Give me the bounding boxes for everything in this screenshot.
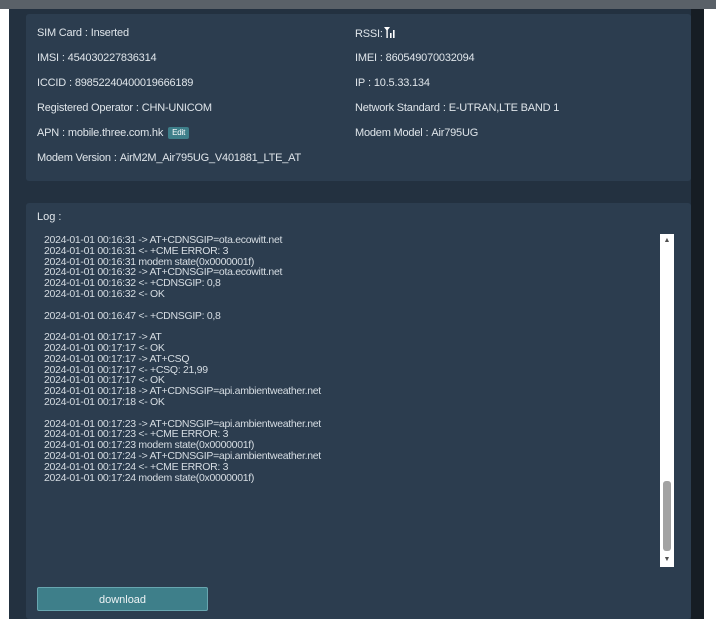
scrollbar-thumb[interactable] [663, 481, 671, 551]
scroll-down-arrow-icon[interactable]: ▼ [660, 553, 674, 567]
imsi-value: 454030227836314 [67, 52, 157, 64]
modem-version-value: AirM2M_Air795UG_V401881_LTE_AT [119, 152, 301, 164]
imei-value: 860549070032094 [385, 52, 475, 64]
iccid-row: ICCID:89852240400019666189 [37, 77, 194, 89]
imsi-row: IMSI:454030227836314 [37, 52, 157, 64]
sim-card-label: SIM Card [37, 27, 82, 39]
scroll-up-arrow-icon[interactable]: ▲ [660, 234, 674, 248]
rssi-row: RSSI: [355, 27, 396, 41]
download-button[interactable]: download [37, 587, 208, 611]
registered-operator-label: Registered Operator [37, 102, 133, 114]
iccid-value: 89852240400019666189 [74, 77, 194, 89]
log-text: 2024-01-01 00:16:31 -> AT+CDNSGIP=ota.ec… [44, 234, 321, 484]
log-panel: Log : 2024-01-01 00:16:31 -> AT+CDNSGIP=… [26, 203, 691, 619]
ip-label: IP [355, 77, 365, 89]
top-bar [0, 0, 716, 9]
rssi-label: RSSI [355, 28, 380, 40]
apn-edit-button[interactable]: Edit [168, 127, 190, 139]
iccid-label: ICCID [37, 77, 66, 89]
apn-value: mobile.three.com.hk [67, 127, 164, 139]
modem-info-panel: SIM Card: Inserted RSSI: IMSI:45403022783… [26, 14, 691, 181]
network-standard-value: E-UTRAN,LTE BAND 1 [448, 102, 560, 114]
modem-model-value: Air795UG [431, 127, 479, 139]
imsi-label: IMSI [37, 52, 59, 64]
log-scrollbar[interactable]: ▲ ▼ [660, 234, 674, 567]
modem-version-label: Modem Version [37, 152, 111, 164]
apn-row: APN: mobile.three.com.hk Edit [37, 127, 190, 139]
modem-model-label: Modem Model [355, 127, 423, 139]
network-standard-label: Network Standard [355, 102, 440, 114]
registered-operator-row: Registered Operator: CHN-UNICOM [37, 102, 212, 114]
modem-model-row: Modem Model: Air795UG [355, 127, 479, 139]
apn-label: APN [37, 127, 60, 139]
imei-label: IMEI [355, 52, 377, 64]
network-standard-row: Network Standard: E-UTRAN,LTE BAND 1 [355, 102, 560, 114]
modem-status-page: SIM Card: Inserted RSSI: IMSI:45403022783… [9, 9, 704, 619]
page-scroll-track [691, 9, 704, 619]
modem-version-row: Modem Version: AirM2M_Air795UG_V401881_LT… [37, 152, 301, 164]
log-title: Log : [37, 211, 62, 223]
ip-value: 10.5.33.134 [373, 77, 430, 89]
registered-operator-value: CHN-UNICOM [141, 102, 212, 114]
log-textarea[interactable]: 2024-01-01 00:16:31 -> AT+CDNSGIP=ota.ec… [37, 229, 667, 552]
imei-row: IMEI:860549070032094 [355, 52, 475, 64]
ip-row: IP:10.5.33.134 [355, 77, 430, 89]
sim-card-value: Inserted [90, 27, 129, 39]
signal-strength-icon [383, 27, 396, 41]
sim-card-row: SIM Card: Inserted [37, 27, 129, 39]
